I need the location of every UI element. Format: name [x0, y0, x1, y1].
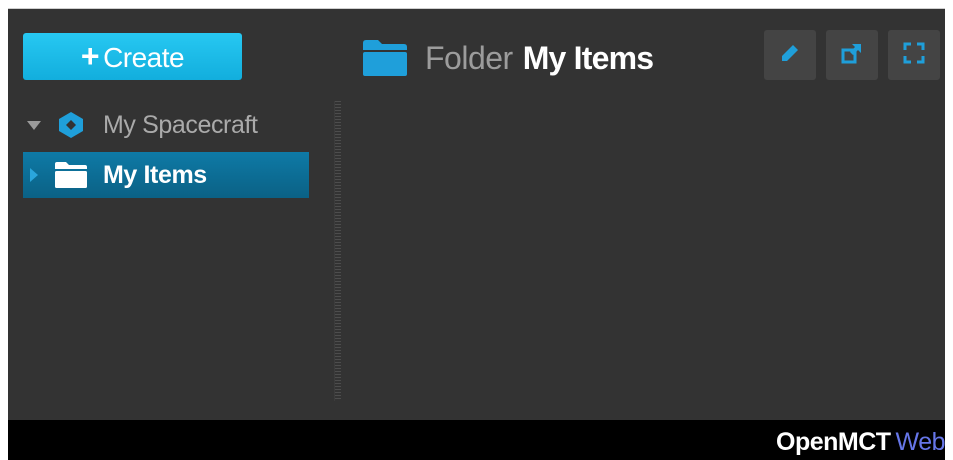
- new-window-icon: [841, 42, 863, 69]
- app-window: + Create My Spacecraft My Items Folder M…: [8, 8, 946, 460]
- page-title: My Items: [522, 39, 654, 76]
- footer-bar: OpenMCT Web: [8, 420, 946, 460]
- plus-icon: +: [80, 38, 100, 74]
- fullscreen-button[interactable]: [888, 30, 940, 80]
- edit-button[interactable]: [764, 30, 816, 80]
- expand-toggle[interactable]: [23, 120, 45, 130]
- fullscreen-icon: [903, 42, 925, 69]
- folder-icon: [51, 160, 91, 190]
- open-new-window-button[interactable]: [826, 30, 878, 80]
- tree-item-my-spacecraft[interactable]: My Spacecraft: [23, 102, 309, 148]
- object-type-label: Folder: [425, 39, 513, 76]
- chevron-down-icon: [27, 120, 41, 130]
- expand-toggle[interactable]: [23, 168, 45, 182]
- tree-item-my-items[interactable]: My Items: [23, 152, 309, 198]
- app-logo[interactable]: OpenMCT Web: [776, 428, 946, 457]
- pane-splitter[interactable]: [334, 101, 341, 401]
- create-button[interactable]: + Create: [23, 33, 242, 80]
- object-header: Folder My Items: [361, 33, 654, 83]
- logo-secondary-text: Web: [895, 428, 946, 456]
- object-tree: My Spacecraft My Items: [23, 102, 309, 202]
- folder-icon: [361, 38, 409, 78]
- chevron-right-icon: [30, 168, 38, 182]
- create-button-label: Create: [103, 42, 185, 73]
- logo-primary-text: OpenMCT: [776, 428, 891, 456]
- spacecraft-icon: [51, 110, 91, 140]
- pencil-icon: [780, 43, 800, 68]
- tree-item-label: My Spacecraft: [103, 110, 258, 139]
- tree-item-label: My Items: [103, 160, 207, 189]
